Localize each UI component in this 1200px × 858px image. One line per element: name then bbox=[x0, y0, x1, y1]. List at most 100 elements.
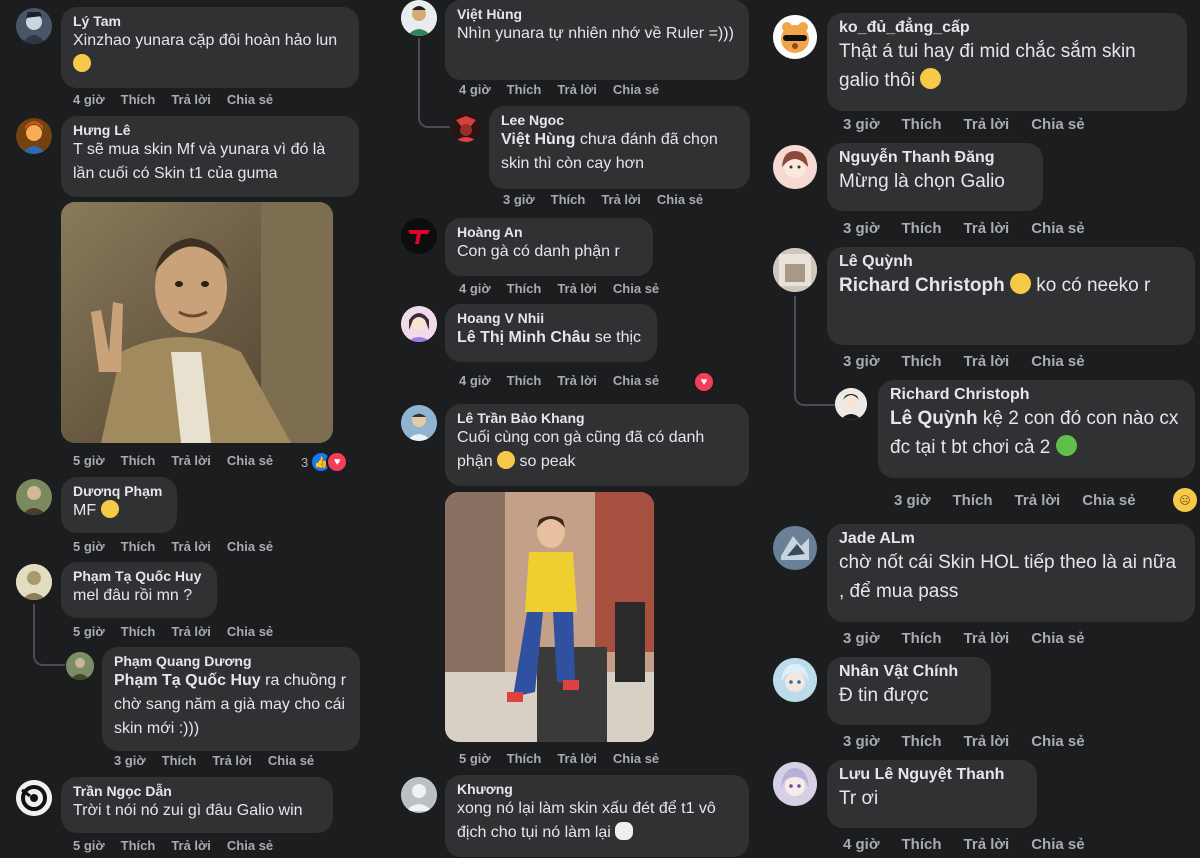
share-link[interactable]: Chia sẻ bbox=[227, 838, 273, 853]
commenter-name[interactable]: Lý Tam bbox=[73, 13, 347, 29]
like-link[interactable]: Thích bbox=[121, 624, 156, 639]
commenter-name[interactable]: Hoang V Nhii bbox=[457, 310, 645, 326]
commenter-name[interactable]: Lee Ngoc bbox=[501, 112, 738, 128]
commenter-name[interactable]: Dươnq Phạm bbox=[73, 483, 165, 499]
commenter-name[interactable]: Việt Hùng bbox=[457, 6, 737, 22]
like-link[interactable]: Thích bbox=[902, 220, 942, 237]
commenter-name[interactable]: Trần Ngọc Dẫn bbox=[73, 783, 321, 799]
reply-link[interactable]: Trả lời bbox=[1015, 492, 1061, 509]
like-link[interactable]: Thích bbox=[507, 281, 542, 296]
avatar[interactable] bbox=[16, 780, 52, 816]
reaction-summary[interactable]: ♥ bbox=[693, 371, 715, 393]
avatar[interactable] bbox=[66, 652, 94, 680]
commenter-name[interactable]: Hưng Lê bbox=[73, 122, 347, 138]
share-link[interactable]: Chia sẻ bbox=[1031, 630, 1084, 647]
reply-link[interactable]: Trả lời bbox=[557, 281, 597, 296]
share-link[interactable]: Chia sẻ bbox=[657, 192, 703, 207]
reply-link[interactable]: Trả lời bbox=[171, 453, 211, 468]
reply-link[interactable]: Trả lời bbox=[601, 192, 641, 207]
avatar[interactable] bbox=[773, 658, 817, 702]
share-link[interactable]: Chia sẻ bbox=[1031, 733, 1084, 750]
share-link[interactable]: Chia sẻ bbox=[613, 751, 659, 766]
reply-link[interactable]: Trả lời bbox=[964, 836, 1010, 853]
like-link[interactable]: Thích bbox=[551, 192, 586, 207]
comment-time[interactable]: 3 giờ bbox=[114, 753, 146, 768]
comment-time[interactable]: 5 giờ bbox=[73, 624, 105, 639]
reply-link[interactable]: Trả lời bbox=[171, 539, 211, 554]
like-link[interactable]: Thích bbox=[121, 838, 156, 853]
comment-time[interactable]: 4 giờ bbox=[459, 82, 491, 97]
comment-time[interactable]: 3 giờ bbox=[843, 116, 880, 133]
comment-time[interactable]: 5 giờ bbox=[73, 453, 105, 468]
commenter-name[interactable]: ko_đủ_đẳng_cấp bbox=[839, 19, 1175, 37]
commenter-name[interactable]: Phạm Tạ Quốc Huy bbox=[73, 568, 205, 584]
gif-image[interactable] bbox=[445, 492, 654, 742]
commenter-name[interactable]: Hoàng An bbox=[457, 224, 641, 240]
avatar[interactable] bbox=[401, 0, 437, 36]
mention-link[interactable]: Phạm Tạ Quốc Huy bbox=[114, 672, 261, 689]
reply-link[interactable]: Trả lời bbox=[964, 630, 1010, 647]
like-link[interactable]: Thích bbox=[121, 453, 156, 468]
commenter-name[interactable]: Lưu Lê Nguyệt Thanh bbox=[839, 766, 1025, 784]
like-link[interactable]: Thích bbox=[902, 116, 942, 133]
like-link[interactable]: Thích bbox=[953, 492, 993, 509]
reply-link[interactable]: Trả lời bbox=[964, 353, 1010, 370]
avatar[interactable] bbox=[16, 479, 52, 515]
like-link[interactable]: Thích bbox=[902, 836, 942, 853]
reaction-summary[interactable]: ☹ bbox=[1171, 486, 1199, 514]
commenter-name[interactable]: Nhân Vật Chính bbox=[839, 663, 979, 681]
share-link[interactable]: Chia sẻ bbox=[1031, 836, 1084, 853]
like-link[interactable]: Thích bbox=[902, 630, 942, 647]
like-link[interactable]: Thích bbox=[121, 539, 156, 554]
reply-link[interactable]: Trả lời bbox=[557, 373, 597, 388]
avatar[interactable] bbox=[451, 112, 481, 142]
mention-link[interactable]: Lê Thị Minh Châu bbox=[457, 329, 590, 346]
like-link[interactable]: Thích bbox=[507, 82, 542, 97]
avatar[interactable] bbox=[401, 306, 437, 342]
reply-link[interactable]: Trả lời bbox=[964, 116, 1010, 133]
like-link[interactable]: Thích bbox=[507, 373, 542, 388]
commenter-name[interactable]: Lê Quỳnh bbox=[839, 253, 1183, 271]
share-link[interactable]: Chia sẻ bbox=[1031, 353, 1084, 370]
gif-image[interactable] bbox=[61, 202, 333, 443]
comment-time[interactable]: 3 giờ bbox=[843, 220, 880, 237]
share-link[interactable]: Chia sẻ bbox=[1031, 220, 1084, 237]
like-link[interactable]: Thích bbox=[902, 353, 942, 370]
avatar[interactable] bbox=[16, 564, 52, 600]
avatar[interactable] bbox=[401, 405, 437, 441]
commenter-name[interactable]: Phạm Quang Dương bbox=[114, 653, 348, 669]
comment-time[interactable]: 3 giờ bbox=[894, 492, 931, 509]
like-link[interactable]: Thích bbox=[902, 733, 942, 750]
comment-time[interactable]: 4 giờ bbox=[73, 92, 105, 107]
comment-time[interactable]: 5 giờ bbox=[73, 539, 105, 554]
reply-link[interactable]: Trả lời bbox=[964, 220, 1010, 237]
commenter-name[interactable]: Jade ALm bbox=[839, 530, 1183, 548]
commenter-name[interactable]: Richard Christoph bbox=[890, 386, 1183, 404]
avatar[interactable] bbox=[16, 8, 52, 44]
avatar[interactable] bbox=[773, 248, 817, 292]
share-link[interactable]: Chia sẻ bbox=[613, 281, 659, 296]
comment-time[interactable]: 3 giờ bbox=[843, 353, 880, 370]
like-link[interactable]: Thích bbox=[121, 92, 156, 107]
reply-link[interactable]: Trả lời bbox=[557, 751, 597, 766]
comment-time[interactable]: 5 giờ bbox=[73, 838, 105, 853]
mention-link[interactable]: Richard Christoph bbox=[839, 275, 1005, 296]
share-link[interactable]: Chia sẻ bbox=[613, 82, 659, 97]
comment-time[interactable]: 4 giờ bbox=[459, 281, 491, 296]
avatar[interactable] bbox=[401, 777, 437, 813]
reply-link[interactable]: Trả lời bbox=[557, 82, 597, 97]
share-link[interactable]: Chia sẻ bbox=[268, 753, 314, 768]
share-link[interactable]: Chia sẻ bbox=[227, 539, 273, 554]
comment-time[interactable]: 3 giờ bbox=[843, 630, 880, 647]
reply-link[interactable]: Trả lời bbox=[964, 733, 1010, 750]
avatar[interactable] bbox=[401, 218, 437, 254]
comment-time[interactable]: 5 giờ bbox=[459, 751, 491, 766]
reaction-summary[interactable]: 3 👍 ♥ bbox=[301, 451, 349, 473]
avatar[interactable] bbox=[773, 15, 817, 59]
commenter-name[interactable]: Lê Trần Bảo Khang bbox=[457, 410, 737, 426]
share-link[interactable]: Chia sẻ bbox=[1031, 116, 1084, 133]
avatar[interactable] bbox=[773, 526, 817, 570]
reply-link[interactable]: Trả lời bbox=[171, 838, 211, 853]
mention-link[interactable]: Việt Hùng bbox=[501, 131, 575, 148]
commenter-name[interactable]: Nguyễn Thanh Đăng bbox=[839, 149, 1031, 167]
